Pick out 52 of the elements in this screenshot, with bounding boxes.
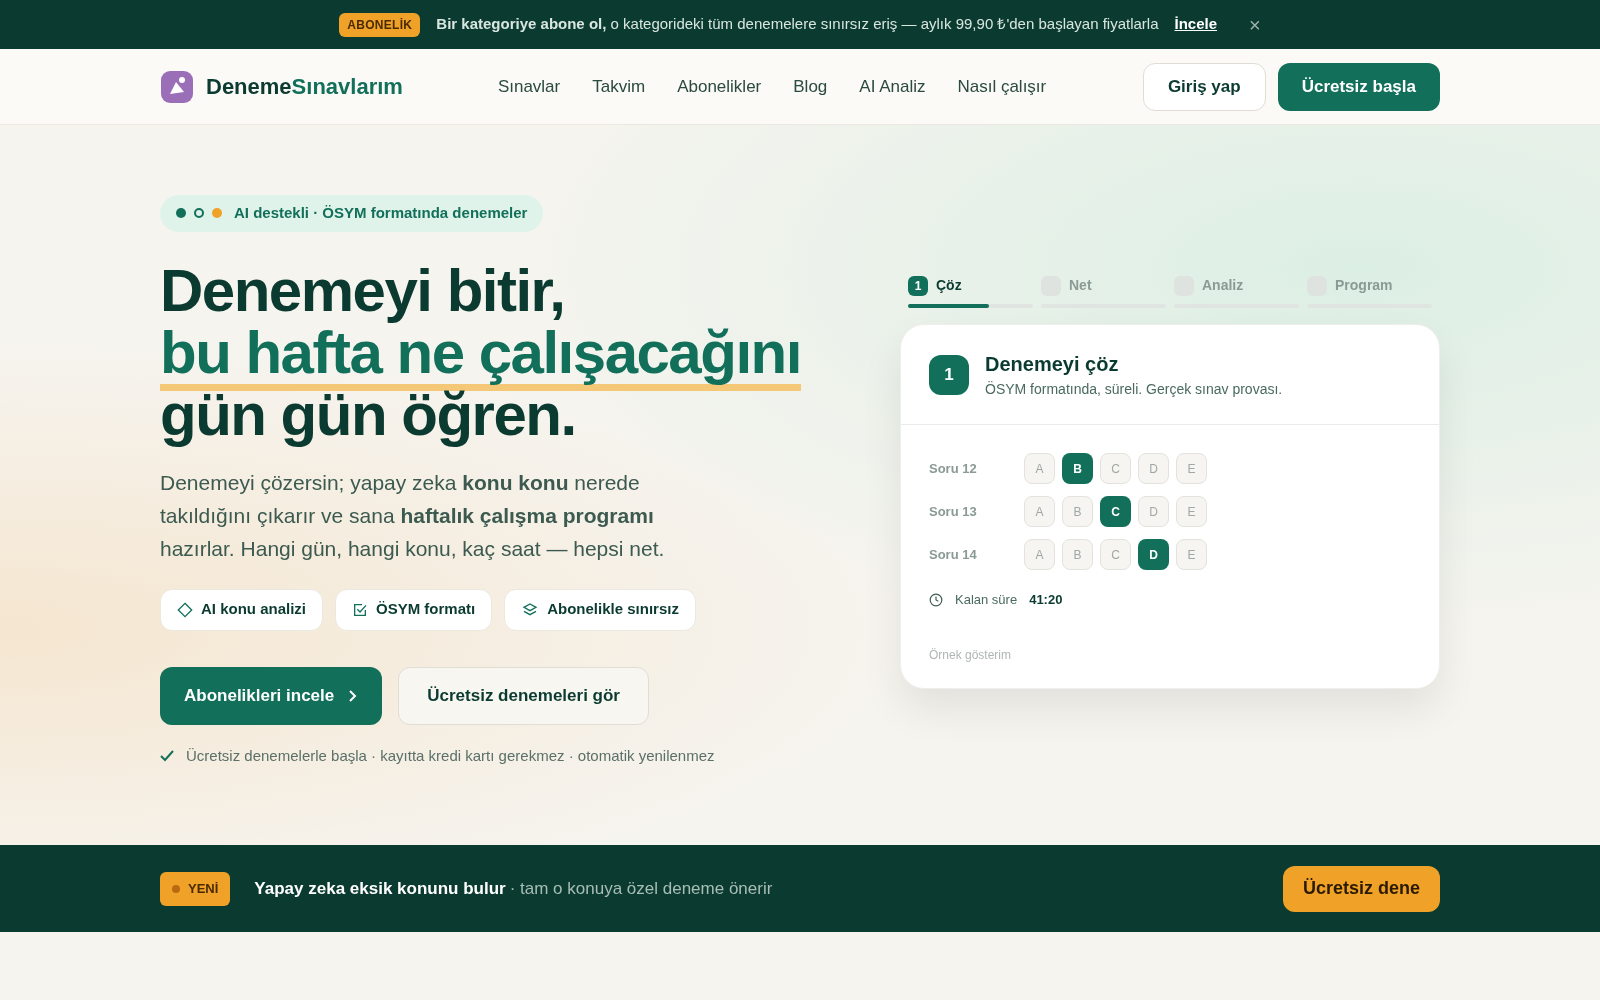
answer-option[interactable]: B [1062, 453, 1093, 484]
promo-title: Yapay zeka eksik konunu bulur [254, 877, 506, 900]
nav-link[interactable]: AI Analiz [859, 73, 926, 100]
card-subtitle: ÖSYM formatında, süreli. Gerçek sınav provası. [985, 380, 1283, 399]
sample-note: Örnek gösterim [928, 646, 1013, 664]
logo-icon [160, 69, 194, 104]
chevron-right-icon [346, 688, 359, 703]
step-label: Çöz [936, 276, 962, 295]
step-label: Net [1069, 276, 1092, 295]
ring-icon [194, 208, 204, 219]
answer-option[interactable]: C [1100, 496, 1131, 527]
review-link[interactable]: İncele [1174, 13, 1218, 36]
subscription-badge: ABONELİK [339, 12, 421, 37]
timer-value: 41:20 [1029, 591, 1063, 609]
step-label: Program [1335, 276, 1393, 295]
check-icon [160, 749, 174, 762]
question-label: Soru 12 [929, 459, 978, 478]
nav-link[interactable]: Abonelikler [677, 73, 762, 100]
promo-text: · tam o konuya özel deneme önerir [509, 877, 773, 900]
answer-option[interactable]: D [1138, 539, 1169, 570]
login-button[interactable]: Giriş yap [1142, 62, 1266, 111]
question-label: Soru 13 [929, 502, 978, 521]
chip-label: AI konu analizi [201, 599, 306, 620]
step-tab[interactable]: 1 Çöz [908, 275, 1033, 296]
new-badge: YENİ [160, 871, 231, 906]
start-free-button[interactable]: Ücretsiz başla [1277, 62, 1440, 111]
question-label: Soru 14 [929, 545, 978, 564]
note-text: Ücretsiz denemelerle başla · kayıtta kredi kartı gerekmez · otomatik yenilenmez [186, 745, 715, 766]
announcement-text: Bir kategoriye abone ol, o kategorideki tüm denemelere sınırsız eriş — aylık 99,90 ₺'den başlayan fiyatlarla [436, 14, 1159, 35]
timer-label: Kalan süre [955, 591, 1018, 609]
hero-description: Denemeyi çözersin; yapay zeka konu konu nerede takıldığını çıkarır ve sana haftalık çalışma programı hazırlar. Hangi gün, hangi konu, kaç saat — hepsi net. [160, 469, 666, 562]
card-title: Denemeyi çöz [985, 352, 1120, 377]
step-label: Analiz [1202, 276, 1244, 295]
chip-label: Abonelikle sınırsız [547, 599, 679, 620]
diamond-icon [177, 601, 193, 618]
pill-text: AI destekli · ÖSYM formatında denemeler [234, 203, 528, 223]
logo-text: DenemeSınavlarım [206, 73, 403, 101]
clock-icon [929, 592, 943, 607]
try-free-button[interactable]: Ücretsiz dene [1282, 865, 1440, 912]
nav-link[interactable]: Blog [793, 73, 828, 100]
nav-link[interactable]: Nasıl çalışır [957, 73, 1047, 100]
chip-label: ÖSYM formatı [376, 599, 476, 620]
step-number: 1 [929, 354, 969, 395]
checkbox-icon [352, 601, 368, 618]
headline-line: Denemeyi bitir, [160, 259, 565, 322]
layers-icon [521, 601, 540, 618]
close-button[interactable]: × [1249, 14, 1261, 35]
nav-link[interactable]: Sınavlar [497, 73, 561, 100]
step-number: 1 [908, 275, 928, 296]
subscriptions-button[interactable]: Abonelikleri incele [160, 666, 383, 725]
nav-link[interactable]: Takvim [592, 73, 646, 100]
free-exams-button[interactable]: Ücretsiz denemeleri gör [398, 666, 649, 725]
